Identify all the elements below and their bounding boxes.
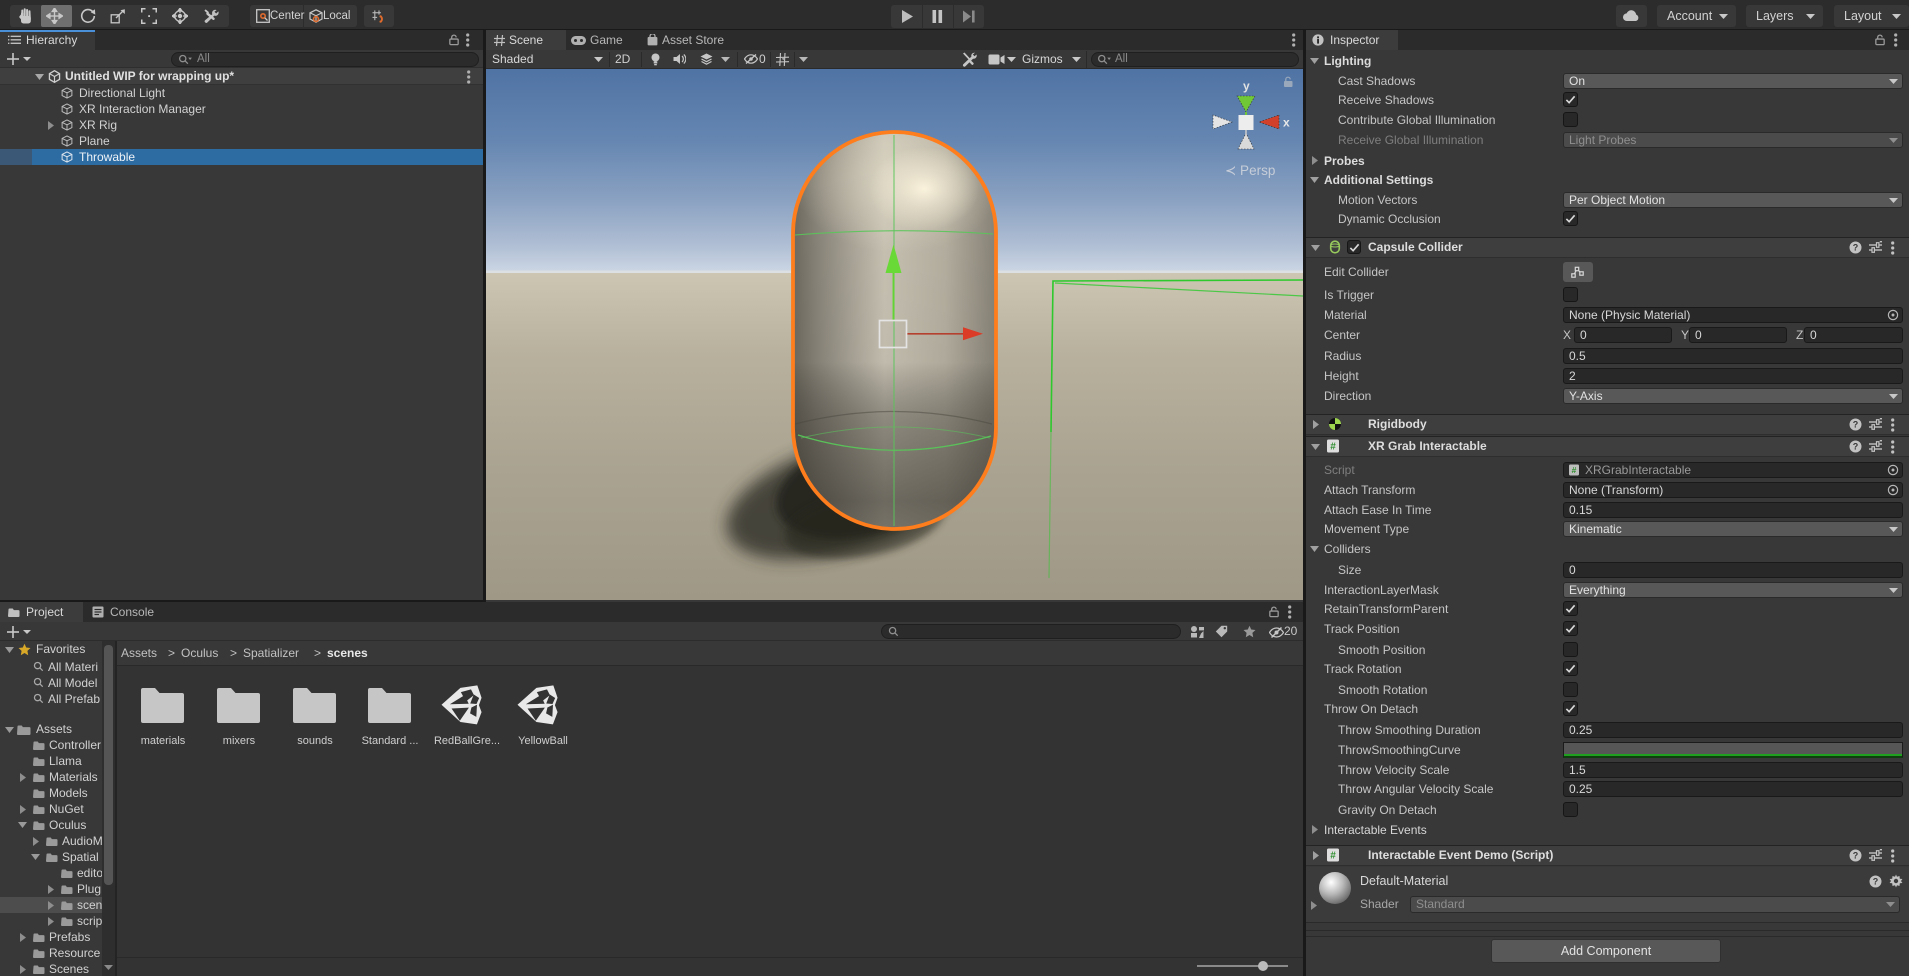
svg-text:?: ?	[1853, 442, 1859, 452]
svg-text:≺ Persp: ≺ Persp	[1225, 163, 1275, 178]
svg-text:#: #	[1330, 442, 1336, 453]
svg-text:?: ?	[1853, 851, 1859, 861]
svg-text:?: ?	[1873, 877, 1879, 887]
svg-text:x: x	[1283, 116, 1290, 130]
svg-text:?: ?	[1853, 420, 1859, 430]
svg-text:y: y	[1243, 79, 1250, 93]
svg-text:?: ?	[1853, 243, 1859, 253]
svg-text:#: #	[1330, 851, 1336, 862]
svg-text:#: #	[1572, 465, 1577, 475]
